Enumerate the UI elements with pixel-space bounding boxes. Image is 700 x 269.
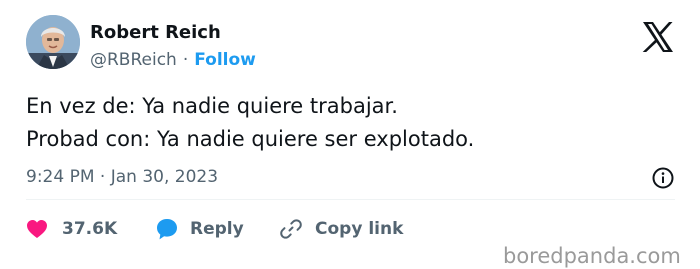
speech-bubble-icon (157, 219, 177, 240)
avatar-photo (26, 15, 80, 69)
copy-link-button[interactable]: Copy link (279, 215, 403, 243)
info-icon[interactable] (651, 166, 675, 190)
separator: · (182, 50, 189, 70)
heart-icon (27, 220, 47, 238)
avatar[interactable] (26, 15, 80, 69)
author-handle[interactable]: @RBReich (90, 50, 177, 70)
like-count: 37.6K (62, 219, 118, 239)
follow-button[interactable]: Follow (194, 50, 256, 70)
x-logo-icon[interactable] (641, 21, 675, 53)
copy-link-label: Copy link (315, 219, 404, 239)
handle-row: @RBReich · Follow (90, 49, 256, 71)
tweet-text-line: Probad con: Ya nadie quiere ser explotad… (26, 127, 475, 151)
link-icon (280, 219, 302, 239)
divider (26, 199, 675, 200)
reply-button[interactable]: Reply (156, 215, 244, 243)
tweet-text-line: En vez de: Ya nadie quiere trabajar. (26, 94, 398, 118)
tweet-text: En vez de: Ya nadie quiere trabajar. Pro… (26, 90, 474, 156)
like-button[interactable]: 37.6K (26, 215, 117, 243)
watermark: boredpanda.com (503, 244, 681, 268)
author-name[interactable]: Robert Reich (90, 22, 221, 44)
tweet-card: Robert Reich @RBReich · Follow En vez de: … (0, 0, 700, 256)
timestamp[interactable]: 9:24 PM · Jan 30, 2023 (26, 166, 218, 188)
reply-label: Reply (190, 219, 244, 239)
